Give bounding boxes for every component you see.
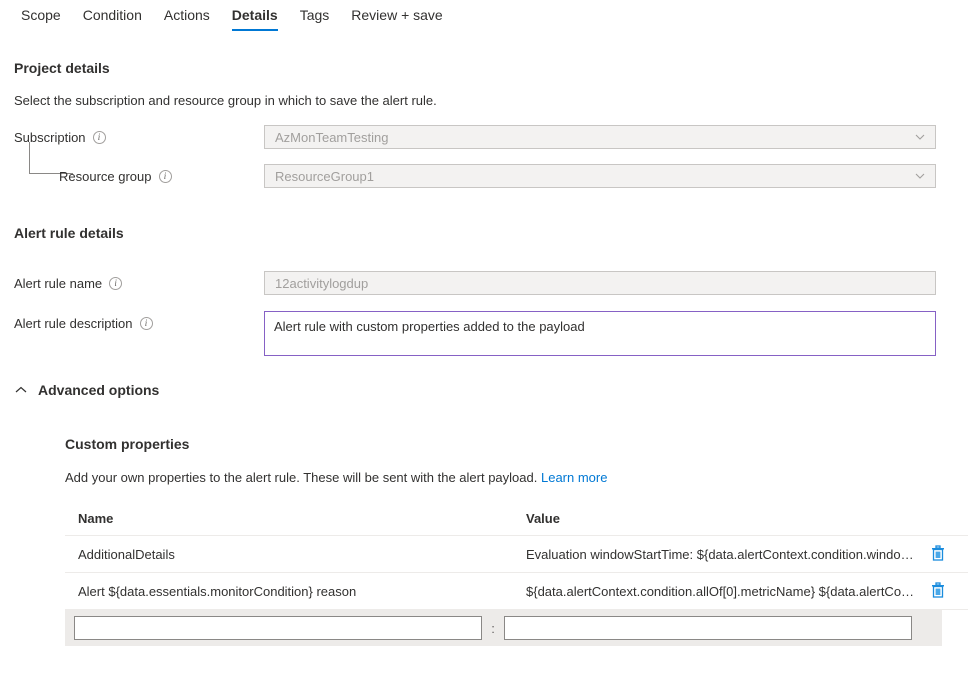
custom-properties-title: Custom properties bbox=[65, 436, 954, 452]
column-header-value: Value bbox=[513, 505, 921, 536]
row-value-cell: ${data.alertContext.condition.allOf[0].m… bbox=[513, 573, 921, 610]
alert-rule-name-value: 12activitylogdup bbox=[275, 276, 368, 291]
subscription-info-icon[interactable]: i bbox=[93, 131, 106, 144]
tab-scope[interactable]: Scope bbox=[10, 0, 72, 33]
wizard-tab-bar: Scope Condition Actions Details Tags Rev… bbox=[0, 0, 968, 36]
custom-properties-description: Add your own properties to the alert rul… bbox=[65, 470, 954, 485]
tab-actions-label: Actions bbox=[164, 7, 210, 23]
chevron-up-icon bbox=[14, 383, 28, 397]
details-page-body: Project details Select the subscription … bbox=[0, 60, 968, 646]
alert-rule-description-label-group: Alert rule description i bbox=[14, 311, 264, 335]
alert-rule-description-row: Alert rule description i bbox=[14, 311, 954, 356]
table-row: Alert ${data.essentials.monitorCondition… bbox=[65, 573, 968, 610]
delete-row-button[interactable] bbox=[929, 544, 947, 562]
alert-rule-name-label: Alert rule name bbox=[14, 276, 102, 291]
tab-review-save[interactable]: Review + save bbox=[340, 0, 453, 33]
resource-group-label: Resource group bbox=[59, 169, 152, 184]
alert-rule-description-textarea[interactable] bbox=[264, 311, 936, 356]
subscription-dropdown[interactable]: AzMonTeamTesting bbox=[264, 125, 936, 149]
advanced-options-toggle[interactable]: Advanced options bbox=[14, 382, 159, 398]
row-name-cell: AdditionalDetails bbox=[65, 536, 513, 573]
subscription-label: Subscription bbox=[14, 130, 86, 145]
resource-group-row: Resource group i ResourceGroup1 bbox=[14, 164, 954, 188]
delete-row-button[interactable] bbox=[929, 581, 947, 599]
resource-group-label-group: Resource group i bbox=[14, 169, 264, 184]
new-property-name-input[interactable] bbox=[74, 616, 482, 640]
alert-rule-description-info-icon[interactable]: i bbox=[140, 317, 153, 330]
custom-properties-description-text: Add your own properties to the alert rul… bbox=[65, 470, 537, 485]
alert-rule-name-row: Alert rule name i 12activitylogdup bbox=[14, 271, 954, 295]
learn-more-link[interactable]: Learn more bbox=[541, 470, 607, 485]
tab-scope-label: Scope bbox=[21, 7, 61, 23]
tab-actions[interactable]: Actions bbox=[153, 0, 221, 33]
tab-condition[interactable]: Condition bbox=[72, 0, 153, 33]
subscription-label-group: Subscription i bbox=[14, 130, 264, 145]
tab-condition-label: Condition bbox=[83, 7, 142, 23]
chevron-down-icon bbox=[915, 171, 925, 181]
project-details-heading: Project details bbox=[14, 60, 954, 76]
table-header-row: Name Value bbox=[65, 505, 968, 536]
row-action-cell bbox=[921, 573, 968, 610]
tab-tags-label: Tags bbox=[300, 7, 330, 23]
row-action-cell bbox=[921, 536, 968, 573]
trash-icon bbox=[930, 582, 946, 598]
alert-rule-description-label: Alert rule description bbox=[14, 316, 133, 331]
project-details-description: Select the subscription and resource gro… bbox=[14, 93, 954, 108]
alert-rule-name-info-icon[interactable]: i bbox=[109, 277, 122, 290]
chevron-down-icon bbox=[915, 132, 925, 142]
custom-properties-section: Custom properties Add your own propertie… bbox=[14, 436, 954, 646]
alert-rule-name-input[interactable]: 12activitylogdup bbox=[264, 271, 936, 295]
new-property-row: : bbox=[65, 610, 942, 646]
table-row: AdditionalDetails Evaluation windowStart… bbox=[65, 536, 968, 573]
row-value-cell: Evaluation windowStartTime: ${data.alert… bbox=[513, 536, 921, 573]
subscription-row: Subscription i AzMonTeamTesting bbox=[14, 125, 954, 149]
tab-review-save-label: Review + save bbox=[351, 7, 442, 23]
new-property-value-input[interactable] bbox=[504, 616, 912, 640]
resource-group-info-icon[interactable]: i bbox=[159, 170, 172, 183]
resource-group-value: ResourceGroup1 bbox=[275, 169, 374, 184]
custom-properties-table: Name Value AdditionalDetails Evaluation … bbox=[65, 505, 968, 610]
column-header-actions bbox=[921, 505, 968, 536]
column-header-name: Name bbox=[65, 505, 513, 536]
alert-rule-details-heading: Alert rule details bbox=[14, 225, 954, 241]
alert-rule-name-label-group: Alert rule name i bbox=[14, 276, 264, 291]
advanced-options-title: Advanced options bbox=[38, 382, 159, 398]
row-name-cell: Alert ${data.essentials.monitorCondition… bbox=[65, 573, 513, 610]
trash-icon bbox=[930, 545, 946, 561]
tab-tags[interactable]: Tags bbox=[289, 0, 341, 33]
tab-details-label: Details bbox=[232, 7, 278, 23]
new-property-separator: : bbox=[482, 621, 504, 636]
tab-details[interactable]: Details bbox=[221, 0, 289, 33]
resource-group-dropdown[interactable]: ResourceGroup1 bbox=[264, 164, 936, 188]
subscription-value: AzMonTeamTesting bbox=[275, 130, 388, 145]
